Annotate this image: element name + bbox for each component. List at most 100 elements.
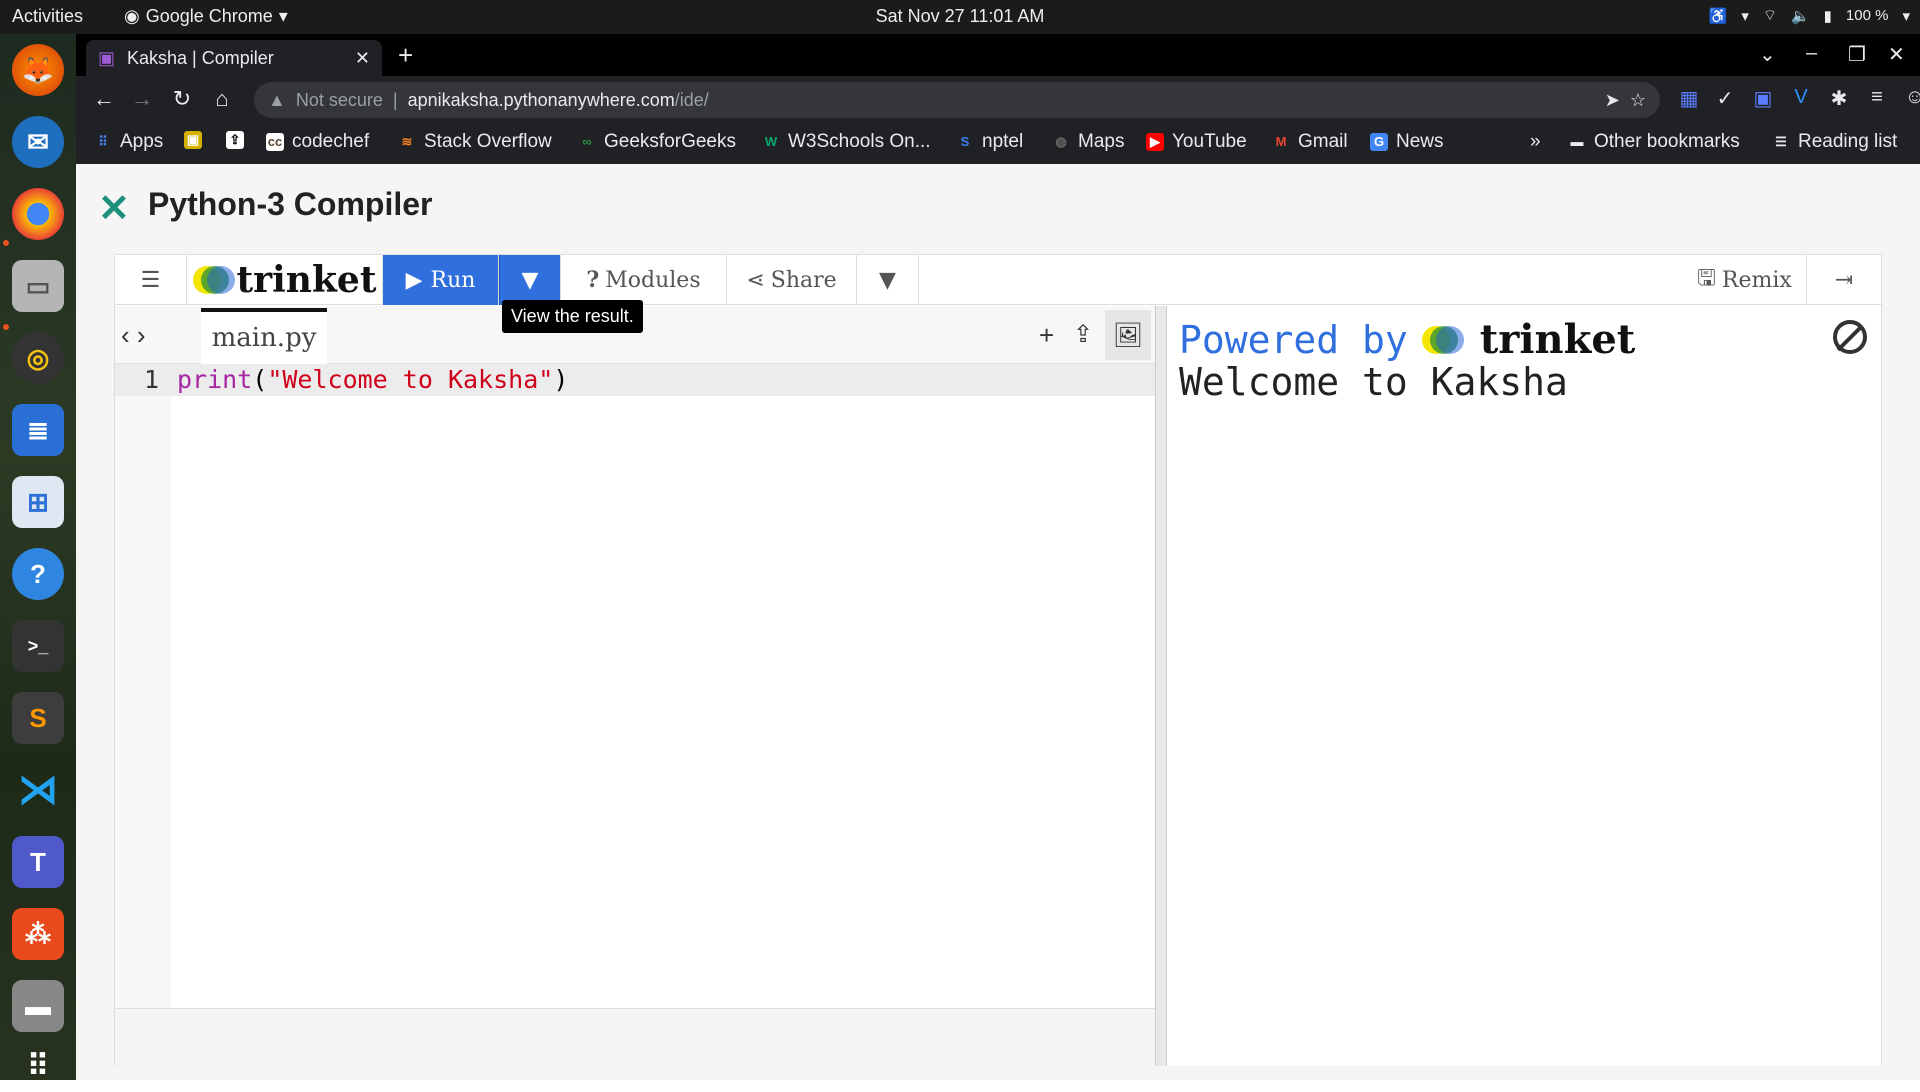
apps-grid-icon: ⠿ [98, 134, 108, 149]
git-app-icon[interactable]: ⁂ [12, 908, 64, 960]
thunderbird-icon[interactable]: ✉ [12, 116, 64, 168]
check-extension-icon[interactable]: ✓ [1710, 86, 1740, 111]
code-paren-close: ) [553, 365, 569, 394]
bookmarks-overflow[interactable]: » [1530, 131, 1541, 153]
folder-icon: ▬ [1570, 134, 1584, 149]
running-indicator [3, 240, 9, 246]
nptel-icon: S [960, 134, 970, 149]
drive-icon[interactable]: ▬ [12, 980, 64, 1032]
hamburger-menu-icon[interactable]: ☰ [115, 255, 187, 305]
dock: 🦊 ✉ ▭ ◎ ≣ ⊞ ? >_ S ⋊ T ⁂ ▬ ⠿ [0, 34, 76, 1083]
close-tab-icon[interactable]: ✕ [355, 48, 370, 69]
profile-avatar[interactable]: ☺ [1900, 86, 1920, 109]
tab-search-icon[interactable]: ⌄ [1759, 42, 1776, 67]
reading-list[interactable]: ☰ Reading list [1772, 131, 1897, 153]
trinket-logo[interactable]: trinket [187, 255, 383, 305]
bookmark-label: Gmail [1298, 131, 1348, 152]
run-button[interactable]: ▶ Run [383, 255, 499, 305]
gfg-icon: ∞ [582, 134, 592, 149]
bookmark-label: GeeksforGeeks [604, 131, 736, 152]
more-options-dropdown[interactable]: ▼ [857, 255, 919, 305]
bookmark-geeksforgeeks[interactable]: ∞ GeeksforGeeks [578, 131, 736, 153]
other-bookmarks[interactable]: ▬ Other bookmarks [1568, 131, 1740, 153]
bookmark-star-icon[interactable]: ☆ [1630, 90, 1646, 111]
app-menu[interactable]: ◉ Google Chrome ▾ [124, 6, 288, 27]
sublime-text-icon[interactable]: S [12, 692, 64, 744]
screen-extension-icon[interactable]: ▣ [1748, 86, 1778, 111]
media-control-icon[interactable]: ≡ [1862, 86, 1892, 109]
close-window-icon[interactable]: ✕ [1888, 42, 1905, 67]
teams-icon[interactable]: T [12, 836, 64, 888]
code-string: "Welcome to Kaksha" [267, 365, 554, 394]
activities-button[interactable]: Activities [12, 6, 83, 27]
chrome-icon[interactable] [12, 188, 64, 240]
software-center-icon[interactable]: ⊞ [12, 476, 64, 528]
close-icon[interactable]: ✕ [98, 186, 130, 231]
add-file-icon[interactable]: + [1039, 320, 1054, 351]
restore-icon[interactable]: ❐ [1848, 42, 1866, 67]
writer-icon[interactable]: ≣ [12, 404, 64, 456]
copy-extension-icon[interactable]: ▦ [1674, 86, 1704, 111]
bookmarks-bar: ⠿ Apps ▣ ⇪ cc codechef ≋ Stack Overflow ∞ Ge… [76, 124, 1920, 164]
run-label: Run [430, 267, 476, 293]
vimeo-extension-icon[interactable]: V [1786, 86, 1816, 109]
bookmark-apps[interactable]: ⠿ Apps [94, 131, 163, 153]
codechef-icon: cc [266, 133, 284, 151]
code-toggle-icon[interactable]: ‹ › [121, 320, 146, 351]
bookmark-youtube[interactable]: ▶ YouTube [1146, 131, 1247, 153]
pane-splitter[interactable] [1155, 306, 1167, 1066]
bookmark-gmail[interactable]: M Gmail [1272, 131, 1348, 153]
wifi-icon: ⌔ [1762, 7, 1777, 24]
share-button[interactable]: ⋖ Share [727, 255, 857, 305]
bookmark-news[interactable]: G News [1370, 131, 1444, 153]
reading-list-icon: ☰ [1775, 134, 1787, 149]
modules-button[interactable]: ? Modules [561, 255, 727, 305]
bookmark-nptel[interactable]: Snptel [956, 131, 1024, 153]
new-tab-icon[interactable]: + [398, 40, 413, 71]
bookmark-label: Other bookmarks [1594, 131, 1740, 152]
bookmark-image[interactable]: ▣ [184, 131, 202, 149]
address-bar[interactable]: ▲ Not secure | apnikaksha.pythonanywhere… [254, 82, 1660, 118]
image-library-icon[interactable]: 🖼 [1105, 310, 1151, 360]
bookmark-w3schools[interactable]: W W3Schools On... [762, 131, 931, 153]
bookmark-label: News [1396, 131, 1444, 152]
show-apps-icon[interactable]: ⠿ [12, 1040, 64, 1092]
tab-title: Kaksha | Compiler [127, 47, 274, 68]
files-icon[interactable]: ▭ [12, 260, 64, 312]
vscode-icon[interactable]: ⋊ [12, 764, 64, 816]
security-label[interactable]: Not secure [296, 90, 383, 111]
sign-in-icon[interactable]: ⇥ [1807, 255, 1881, 305]
help-icon[interactable]: ? [12, 548, 64, 600]
bookmark-stack-overflow[interactable]: ≋ Stack Overflow [398, 131, 552, 153]
send-icon[interactable]: ➤ [1605, 90, 1620, 111]
system-clock[interactable]: Sat Nov 27 11:01 AM [0, 6, 1920, 27]
firefox-icon[interactable]: 🦊 [12, 44, 64, 96]
upload-icon[interactable]: ⇪ [1073, 320, 1093, 349]
rhythmbox-icon[interactable]: ◎ [12, 332, 64, 384]
forward-icon[interactable]: → [128, 86, 156, 112]
run-options-dropdown[interactable]: ▼ [499, 255, 561, 305]
browser-tab[interactable]: ▣ Kaksha | Compiler ✕ [86, 40, 382, 76]
stop-icon[interactable] [1833, 320, 1867, 354]
extensions-puzzle-icon[interactable]: ✱ [1824, 86, 1854, 111]
line-number: 1 [143, 365, 159, 394]
home-icon[interactable]: ⌂ [208, 86, 236, 112]
code-line[interactable]: print("Welcome to Kaksha") [177, 364, 568, 396]
bookmark-upload[interactable]: ⇪ [226, 131, 244, 149]
bookmark-label: Reading list [1798, 131, 1898, 152]
bookmark-codechef[interactable]: cc codechef [266, 131, 369, 153]
trinket-toolbar: ☰ trinket ▶ Run ▼ ? Modules ⋖ Share ▼ 🖫 … [115, 255, 1881, 305]
news-icon: G [1370, 133, 1388, 151]
powered-by-banner[interactable]: Powered by trinket [1179, 316, 1635, 363]
remix-button[interactable]: 🖫 Remix [1683, 255, 1807, 305]
browser-tab-strip: ▣ Kaksha | Compiler ✕ + ⌄ – ❐ ✕ [76, 34, 1920, 76]
reload-icon[interactable]: ↻ [168, 86, 196, 112]
bookmark-maps[interactable]: ◍ Maps [1052, 131, 1124, 153]
minimize-icon[interactable]: – [1806, 42, 1817, 65]
system-tray[interactable]: ♿ ▾ ⌔ 🔈 ▮ 100 % ▾ [1709, 6, 1910, 25]
url-path: /ide/ [674, 89, 709, 110]
file-tab[interactable]: main.py [201, 308, 327, 364]
bookmark-label: Maps [1078, 131, 1125, 152]
terminal-icon[interactable]: >_ [12, 620, 64, 672]
back-icon[interactable]: ← [90, 86, 118, 112]
